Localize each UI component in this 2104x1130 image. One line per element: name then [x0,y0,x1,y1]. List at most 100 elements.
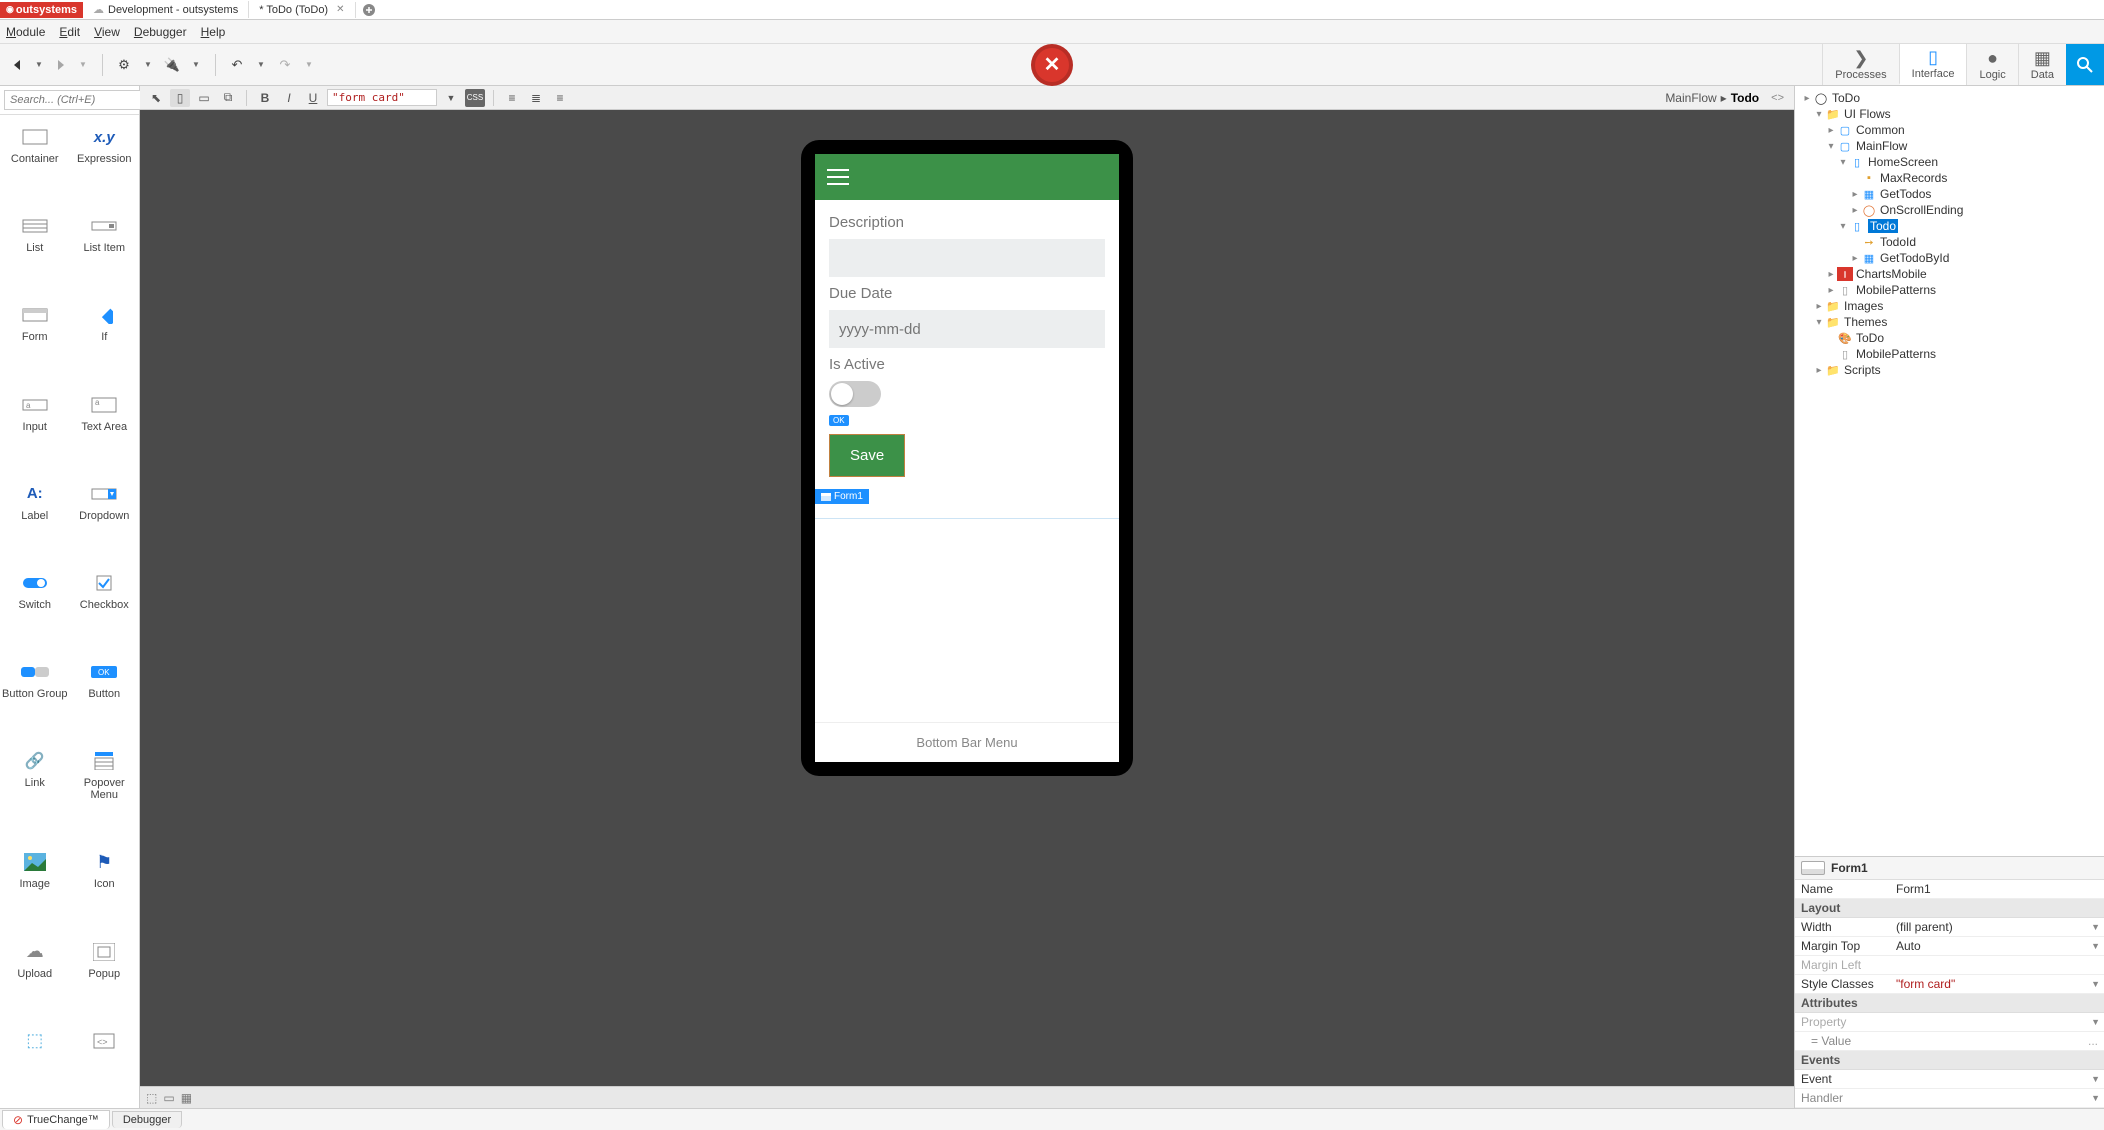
plug-dropdown[interactable]: ▼ [187,56,205,74]
tree-todo-screen[interactable]: ▾▯Todo [1797,218,2102,234]
tab-processes[interactable]: ❯ Processes [1822,44,1898,85]
save-button[interactable]: Save [829,434,905,477]
prop-name[interactable]: NameForm1 [1795,880,2104,899]
bold-button[interactable]: B [255,89,275,107]
prop-handler[interactable]: Handler▼ [1795,1089,2104,1108]
undo-button[interactable]: ↶ [226,54,248,76]
tree-gettodos[interactable]: ▸▦GetTodos [1797,186,2102,202]
widget-input[interactable]: aInput [0,389,70,478]
chevron-down-icon[interactable]: ▼ [2091,941,2100,951]
italic-button[interactable]: I [279,89,299,107]
styles-panel-icon[interactable]: ▭ [163,1091,174,1105]
grid-icon[interactable]: ▦ [181,1091,192,1105]
device-phone-icon[interactable]: ▯ [170,89,190,107]
tree-chartsmobile[interactable]: ▸⫾ChartsMobile [1797,266,2102,282]
widget-upload[interactable]: ☁Upload [0,936,70,1025]
new-tab-button[interactable] [356,3,382,17]
tree-root[interactable]: ▸◯ToDo [1797,90,2102,106]
widget-html[interactable]: <> [70,1025,140,1102]
hamburger-icon[interactable] [827,169,849,185]
widget-image[interactable]: Image [0,846,70,935]
tree-images[interactable]: ▸📁Images [1797,298,2102,314]
nav-forward-dropdown[interactable]: ▼ [74,56,92,74]
widget-if[interactable]: If [70,299,140,388]
switch-is-active[interactable] [829,381,881,407]
menu-debugger[interactable]: Debugger [134,25,187,39]
app-tab-todo[interactable]: * ToDo (ToDo) ✕ [249,2,355,18]
device-tablet-icon[interactable]: ▭ [194,89,214,107]
tree-scripts[interactable]: ▸📁Scripts [1797,362,2102,378]
plug-icon[interactable]: 🔌 [161,54,183,76]
debugger-tab[interactable]: Debugger [112,1111,182,1128]
menu-edit[interactable]: Edit [59,25,80,39]
app-header[interactable] [815,154,1119,200]
chevron-down-icon[interactable]: ▼ [2091,922,2100,932]
app-tab-development[interactable]: ☁ Development - outsystems [83,1,249,18]
prop-value[interactable]: = Value... [1795,1032,2104,1051]
toolbox-search-input[interactable] [4,90,159,110]
chevron-down-icon[interactable]: ▼ [2091,1017,2100,1027]
tree-uiflows[interactable]: ▾📁UI Flows [1797,106,2102,122]
widget-popover-menu[interactable]: Popover Menu [70,745,140,846]
tree-theme-todo[interactable]: 🎨ToDo [1797,330,2102,346]
menu-help[interactable]: Help [201,25,226,39]
widget-checkbox[interactable]: Checkbox [70,567,140,656]
undo-dropdown[interactable]: ▼ [252,56,270,74]
menu-module[interactable]: Module [6,25,45,39]
style-dropdown-icon[interactable]: ▼ [441,89,461,107]
widget-label[interactable]: A:Label [0,478,70,567]
breadcrumb-screen[interactable]: Todo [1731,91,1759,105]
underline-button[interactable]: U [303,89,323,107]
stop-publish-button[interactable]: ✕ [1031,44,1073,86]
widget-container[interactable]: Container [0,121,70,210]
chevron-down-icon[interactable]: ▼ [2091,1093,2100,1103]
truechange-tab[interactable]: ⊘ TrueChange™ [2,1110,110,1129]
widget-list-item[interactable]: List Item [70,210,140,299]
gear-icon[interactable]: ⚙ [113,54,135,76]
form-container[interactable]: Description Due Date Is Active OK Save F… [815,200,1119,518]
input-description[interactable] [829,239,1105,277]
prop-style-classes[interactable]: Style Classes"form card"▼ [1795,975,2104,994]
prop-width[interactable]: Width(fill parent)▼ [1795,918,2104,937]
chevron-down-icon[interactable]: ▼ [2091,979,2100,989]
nav-back-dropdown[interactable]: ▼ [30,56,48,74]
align-right-icon[interactable]: ≡ [550,89,570,107]
align-left-icon[interactable]: ≡ [502,89,522,107]
redo-dropdown[interactable]: ▼ [300,56,318,74]
prop-margin-left[interactable]: Margin Left [1795,956,2104,975]
widget-dropdown[interactable]: Dropdown [70,478,140,567]
tree-homescreen[interactable]: ▾▯HomeScreen [1797,154,2102,170]
widget-popup[interactable]: Popup [70,936,140,1025]
css-badge[interactable]: CSS [465,89,485,107]
global-search-button[interactable] [2066,44,2104,85]
prop-property[interactable]: Property▼ [1795,1013,2104,1032]
bottom-bar-placeholder[interactable]: Bottom Bar Menu [815,722,1119,762]
style-class-input[interactable] [327,89,437,106]
gear-dropdown[interactable]: ▼ [139,56,157,74]
widget-list[interactable]: List [0,210,70,299]
redo-button[interactable]: ↷ [274,54,296,76]
nav-back-button[interactable] [8,56,26,74]
tree-theme-mobilepatterns[interactable]: ▯MobilePatterns [1797,346,2102,362]
tab-interface[interactable]: ▯ Interface [1899,44,1967,85]
widget-button[interactable]: OKButton [70,656,140,745]
align-center-icon[interactable]: ≣ [526,89,546,107]
widget-form[interactable]: Form [0,299,70,388]
widget-icon[interactable]: ⚑Icon [70,846,140,935]
tree-gettodobyid[interactable]: ▸▦GetTodoById [1797,250,2102,266]
widget-tree-icon[interactable]: ⬚ [146,1091,157,1105]
prop-margin-top[interactable]: Margin TopAuto▼ [1795,937,2104,956]
widget-text-area[interactable]: aText Area [70,389,140,478]
tree-onscrollending[interactable]: ▸◯OnScrollEnding [1797,202,2102,218]
tree-todoid[interactable]: ➙TodoId [1797,234,2102,250]
tree-common[interactable]: ▸▢Common [1797,122,2102,138]
tab-data[interactable]: ▦ Data [2018,44,2066,85]
tree-mainflow[interactable]: ▾▢MainFlow [1797,138,2102,154]
design-canvas[interactable]: Description Due Date Is Active OK Save F… [140,110,1794,1086]
breadcrumb-flow[interactable]: MainFlow [1665,91,1716,105]
widget-expression[interactable]: x.yExpression [70,121,140,210]
input-due-date[interactable] [829,310,1105,348]
widget-block[interactable]: ⬚ [0,1025,70,1102]
widget-switch[interactable]: Switch [0,567,70,656]
widget-link[interactable]: 🔗Link [0,745,70,846]
